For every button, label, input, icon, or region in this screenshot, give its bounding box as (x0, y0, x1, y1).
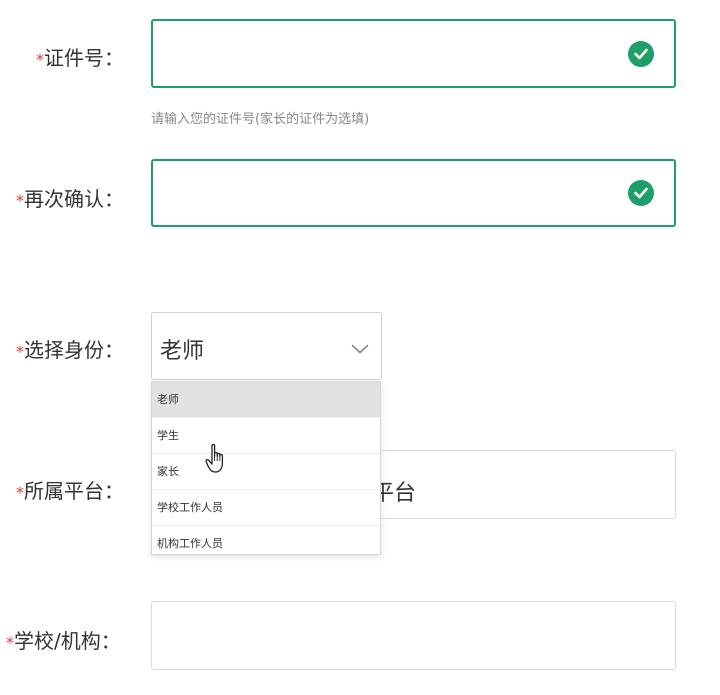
school-label: *学校/机构： (6, 629, 121, 653)
id-number-hint: 请输入您的证件号(家长的证件为选填) (151, 112, 370, 127)
identity-dropdown: 老师 学生 家长 学校工作人员 机构工作人员 (151, 381, 381, 555)
school-input[interactable] (151, 601, 676, 670)
hand-pointer-icon (205, 443, 231, 479)
required-mark: * (6, 633, 14, 652)
option-student[interactable]: 学生 (152, 418, 380, 454)
required-mark: * (16, 191, 24, 210)
option-parent[interactable]: 家长 (152, 454, 380, 490)
option-institution-staff[interactable]: 机构工作人员 (152, 526, 380, 561)
identity-label: *选择身份： (16, 338, 124, 362)
identity-selected-value: 老师 (160, 339, 205, 364)
required-mark: * (36, 50, 44, 69)
check-circle-icon (628, 180, 654, 206)
registration-form: *证件号： 请输入您的证件号(家长的证件为选填) *再次确认： *选择身份： 老… (0, 0, 720, 695)
option-teacher[interactable]: 老师 (152, 382, 380, 418)
id-number-label: *证件号： (36, 46, 124, 70)
confirm-input[interactable] (151, 159, 676, 227)
platform-label: *所属平台： (16, 479, 124, 503)
identity-select[interactable]: 老师 (151, 312, 382, 380)
chevron-down-icon (351, 339, 369, 358)
confirm-label: *再次确认： (16, 187, 124, 211)
check-circle-icon (628, 41, 654, 67)
id-number-input[interactable] (151, 19, 676, 88)
required-mark: * (16, 342, 24, 361)
required-mark: * (16, 483, 24, 502)
option-school-staff[interactable]: 学校工作人员 (152, 490, 380, 526)
